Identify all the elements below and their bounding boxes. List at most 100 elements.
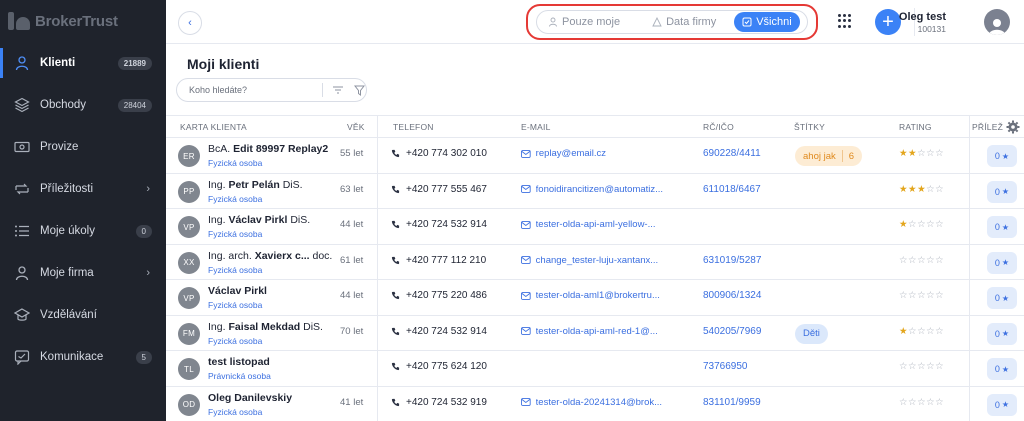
- filter-only-mine-button[interactable]: Pouze moje: [540, 12, 628, 32]
- client-type: Fyzická osoba: [208, 158, 263, 168]
- client-email[interactable]: tester-olda-aml1@brokertru...: [521, 290, 671, 301]
- rating-star-icon: ☆: [908, 361, 918, 372]
- client-phone[interactable]: +420 724 532 919: [391, 397, 487, 408]
- rating-star-icon: ☆: [926, 254, 936, 266]
- header-client-card[interactable]: KARTA KLIENTA: [180, 122, 247, 132]
- search-input[interactable]: [189, 85, 316, 95]
- filter-company-data-button[interactable]: Data firmy: [644, 12, 724, 32]
- user-avatar[interactable]: [984, 9, 1010, 35]
- opportunities-badge[interactable]: 0 ★: [987, 145, 1017, 167]
- client-email[interactable]: tester-olda-api-aml-yellow-...: [521, 219, 671, 230]
- client-phone[interactable]: +420 774 302 010: [391, 148, 487, 159]
- opportunities-badge[interactable]: 0 ★: [987, 180, 1017, 203]
- sidebar-item-label: Příležitosti: [40, 183, 94, 195]
- sidebar-item-5[interactable]: Moje úkoly 0: [0, 210, 166, 252]
- sidebar-item-7[interactable]: Vzdělávání: [0, 294, 166, 336]
- client-phone[interactable]: +420 775 624 120: [391, 361, 487, 372]
- client-rating[interactable]: ☆☆☆☆☆: [899, 361, 944, 372]
- client-phone[interactable]: +420 777 555 467: [391, 184, 487, 195]
- client-rc[interactable]: 800906/1324: [703, 290, 761, 301]
- table-row[interactable]: TL test listopad Právnická osoba +420 775 6…: [166, 350, 1024, 385]
- chat-icon: [13, 348, 31, 366]
- sort-icon[interactable]: [331, 83, 345, 97]
- table-row[interactable]: PP Ing. Petr Pelán DiS. Fyzická osoba 63 le…: [166, 172, 1024, 208]
- topbar: ‹ Pouze moje Data firmy Všichni + Oleg t…: [166, 0, 1024, 44]
- sidebar-item-badge: 5: [135, 350, 152, 364]
- opportunities-badge[interactable]: 0 ★: [987, 393, 1017, 416]
- client-rating[interactable]: ★★☆☆☆: [899, 148, 944, 159]
- client-rating[interactable]: ★☆☆☆☆: [899, 219, 944, 230]
- tag-badge[interactable]: Děti: [795, 323, 828, 344]
- rating-star-icon: ☆: [926, 361, 936, 372]
- table-row[interactable]: ER BcA. Edit 89997 Replay2 Fyzická osoba 55…: [166, 137, 1024, 172]
- client-prefix: Ing. arch.: [208, 249, 255, 262]
- client-phone[interactable]: +420 777 112 210: [391, 255, 486, 266]
- header-rating[interactable]: RATING: [899, 122, 932, 132]
- logo[interactable]: BrokerTrust: [8, 12, 118, 30]
- sidebar-item-2[interactable]: Obchody 28404: [0, 84, 166, 126]
- header-email[interactable]: E-MAIL: [521, 122, 551, 132]
- add-button[interactable]: +: [875, 9, 901, 35]
- client-email[interactable]: tester-olda-api-aml-red-1@...: [521, 326, 671, 337]
- rating-star-icon: ☆: [935, 183, 945, 195]
- person-icon: [989, 19, 1005, 35]
- client-email[interactable]: fonoidirancitizen@automatiz...: [521, 184, 671, 195]
- collapse-sidebar-button[interactable]: ‹: [178, 11, 202, 35]
- rating-star-icon: ★: [908, 183, 918, 195]
- client-rc[interactable]: 73766950: [703, 361, 748, 372]
- opportunities-badge[interactable]: 0 ★: [987, 251, 1017, 274]
- client-rc[interactable]: 631019/5287: [703, 255, 761, 266]
- client-rc[interactable]: 690228/4411: [703, 148, 761, 159]
- opportunities-badge[interactable]: 0 ★: [987, 358, 1017, 380]
- header-age[interactable]: VĚK: [347, 122, 365, 132]
- opportunities-badge[interactable]: 0 ★: [987, 287, 1017, 309]
- client-rc[interactable]: 540205/7969: [703, 326, 761, 337]
- phone-icon: [391, 185, 400, 193]
- table-row[interactable]: OD Oleg Danilevskiy Fyzická osoba 41 let +42…: [166, 385, 1024, 421]
- opportunities-badge[interactable]: 0 ★: [987, 322, 1017, 345]
- client-email[interactable]: replay@email.cz: [521, 148, 671, 159]
- client-phone[interactable]: +420 775 220 486: [391, 290, 487, 301]
- sidebar-item-8[interactable]: Komunikace 5: [0, 336, 166, 378]
- client-type: Fyzická osoba: [208, 300, 263, 310]
- client-phone[interactable]: +420 724 532 914: [391, 326, 487, 337]
- header-tags[interactable]: ŠTÍTKY: [794, 122, 825, 132]
- star-icon: ★: [1001, 400, 1010, 409]
- opportunities-badge[interactable]: 0 ★: [987, 216, 1017, 238]
- header-phone[interactable]: TELEFON: [393, 122, 434, 132]
- filter-icon[interactable]: [352, 83, 366, 97]
- client-suffix: DiS.: [279, 178, 303, 191]
- client-phone[interactable]: +420 724 532 914: [391, 219, 487, 230]
- sidebar-item-4[interactable]: Příležitosti ›: [0, 168, 166, 210]
- table-row[interactable]: VP Ing. Václav Pirkl DiS. Fyzická osoba 44 …: [166, 208, 1024, 243]
- sidebar-item-label: Moje úkoly: [40, 225, 95, 237]
- table-row[interactable]: VP Václav Pirkl Fyzická osoba 44 let +420 77…: [166, 279, 1024, 314]
- table-row[interactable]: XX Ing. arch. Xavierx c... doc. Fyzická os…: [166, 243, 1024, 279]
- phone-icon: [391, 256, 400, 264]
- gear-icon[interactable]: [1006, 120, 1020, 134]
- client-rating[interactable]: ★☆☆☆☆: [899, 326, 944, 337]
- sidebar-item-3[interactable]: Provize: [0, 126, 166, 168]
- table-row[interactable]: FM Ing. Faisal Mekdad DiS. Fyzická osoba 70…: [166, 314, 1024, 350]
- phone-icon: [391, 220, 400, 229]
- sidebar-item-1[interactable]: Klienti 21889: [0, 42, 166, 84]
- client-email[interactable]: tester-olda-20241314@brok...: [521, 397, 671, 408]
- client-rating[interactable]: ★★★☆☆: [899, 184, 944, 195]
- client-rc[interactable]: 611018/6467: [703, 184, 761, 195]
- rating-star-icon: ★: [899, 219, 909, 230]
- header-rc[interactable]: RČ/IČO: [703, 122, 734, 132]
- client-email[interactable]: change_tester-luju-xantanx...: [521, 255, 671, 266]
- mail-icon: [521, 291, 531, 300]
- sidebar-item-6[interactable]: Moje firma ›: [0, 252, 166, 294]
- client-rating[interactable]: ☆☆☆☆☆: [899, 290, 944, 301]
- client-name[interactable]: test listopad: [208, 356, 363, 368]
- tag-badge[interactable]: ahoj jak 6: [795, 146, 863, 166]
- rating-star-icon: ☆: [899, 254, 909, 266]
- header-opportunities[interactable]: PŘÍLEŽ: [972, 122, 1004, 132]
- apps-grid-icon[interactable]: [838, 14, 852, 28]
- sidebar-item-label: Komunikace: [40, 351, 104, 363]
- filter-all-button[interactable]: Všichni: [734, 12, 800, 32]
- client-rc[interactable]: 831101/9959: [703, 397, 761, 408]
- client-rating[interactable]: ☆☆☆☆☆: [899, 255, 944, 266]
- client-rating[interactable]: ☆☆☆☆☆: [899, 397, 944, 408]
